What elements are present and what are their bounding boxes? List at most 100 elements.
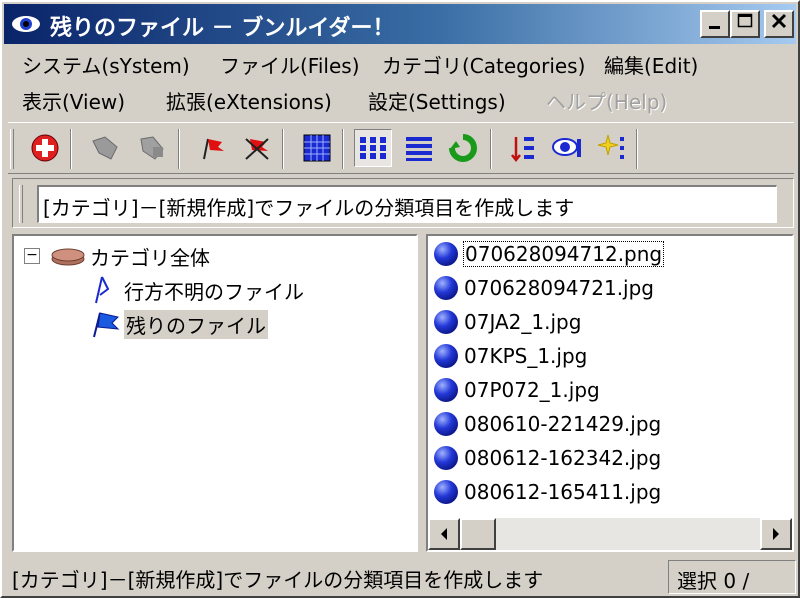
file-list[interactable]: 070628094712.png 070628094721.jpg 07JA2_… (426, 234, 794, 552)
arrow-right-icon (773, 528, 779, 540)
blue-flag-icon (93, 312, 120, 338)
file-name: 080610-221429.jpg (464, 412, 662, 436)
close-icon (771, 13, 787, 29)
red-cross-icon (31, 134, 59, 162)
file-name: 080612-162342.jpg (464, 446, 662, 470)
tree-item-label: 行方不明のファイル (124, 279, 304, 304)
grid-icon (303, 134, 331, 162)
tree-root-label: カテゴリ全体 (90, 245, 210, 270)
collapse-toggle[interactable]: − (24, 248, 40, 264)
blue-ball-icon (434, 344, 458, 368)
scroll-left-button[interactable] (428, 518, 460, 550)
maximize-icon (737, 13, 753, 28)
tree-root[interactable]: カテゴリ全体 (50, 240, 210, 272)
file-name: 07KPS_1.jpg (464, 344, 588, 368)
hint-bar: [カテゴリ]－[新規作成]でファイルの分類項目を作成します (12, 178, 794, 228)
menu-system[interactable]: システム(sYstem) (22, 50, 190, 79)
list-item[interactable]: 080612-165411.jpg (434, 476, 661, 508)
file-name: 080612-165411.jpg (464, 480, 662, 504)
list-item[interactable]: 07KPS_1.jpg (434, 340, 587, 372)
list-item[interactable]: 07P072_1.jpg (434, 374, 600, 406)
toolbar-separator (342, 129, 344, 169)
unflag-button[interactable] (238, 129, 276, 167)
list-item[interactable]: 07JA2_1.jpg (434, 306, 581, 338)
refresh-icon (449, 134, 477, 162)
toolbar-separator (282, 129, 284, 169)
menu-files[interactable]: ファイル(Files) (220, 50, 360, 79)
maximize-button[interactable] (730, 10, 760, 38)
horizontal-scrollbar[interactable] (428, 518, 792, 550)
new-category-button[interactable] (26, 129, 64, 167)
sort-button[interactable] (504, 129, 542, 167)
list-item[interactable]: 070628094721.jpg (434, 272, 654, 304)
sort-icon (511, 137, 534, 163)
menu-row-2: 表示(View) 拡張(eXtensions) 設定(Settings) ヘルプ… (4, 82, 796, 118)
details-view-button[interactable] (400, 129, 438, 167)
list-item[interactable]: 070628094712.png (434, 238, 665, 270)
file-name: 07JA2_1.jpg (464, 310, 582, 334)
disabled-tool-button-2[interactable] (132, 129, 170, 167)
close-button[interactable] (764, 10, 794, 38)
disabled-tool-button-1[interactable] (86, 129, 124, 167)
gray-tool-icon (140, 136, 164, 160)
details-view-icon (406, 137, 432, 161)
tree-item-remaining[interactable]: 残りのファイル (90, 308, 268, 340)
hint-bar-grip[interactable] (19, 185, 23, 223)
gray-tool-icon (92, 136, 118, 160)
blue-ball-icon (434, 480, 458, 504)
list-view-button[interactable] (354, 129, 392, 167)
eye-icon (552, 138, 581, 157)
file-name: 070628094712.png (462, 241, 665, 267)
menu-extensions[interactable]: 拡張(eXtensions) (166, 86, 332, 115)
stack-icon (51, 248, 85, 266)
highlight-button[interactable] (592, 129, 630, 167)
category-tree[interactable]: − カテゴリ全体 行方不明のファイル 残りのファイル (12, 234, 418, 552)
toolbar-grip[interactable] (10, 129, 14, 169)
status-text: [カテゴリ]－[新規作成]でファイルの分類項目を作成します (12, 568, 544, 592)
toolbar (8, 122, 794, 174)
menu-categories[interactable]: カテゴリ(Categories) (382, 50, 585, 79)
preview-button[interactable] (548, 129, 586, 167)
status-bar: [カテゴリ]－[新規作成]でファイルの分類項目を作成します 選択 0 / (4, 558, 796, 596)
minimize-icon (709, 26, 720, 29)
blue-ball-icon (434, 310, 458, 334)
file-name: 07P072_1.jpg (464, 378, 600, 402)
menu-bar: システム(sYstem) ファイル(Files) カテゴリ(Categories… (4, 44, 796, 120)
scroll-right-button[interactable] (760, 518, 792, 550)
menu-settings[interactable]: 設定(Settings) (368, 86, 506, 115)
red-flag-icon (203, 138, 224, 160)
eye-app-icon (12, 16, 40, 32)
blue-ball-icon (434, 412, 458, 436)
file-name: 070628094721.jpg (464, 276, 654, 300)
minimize-button[interactable] (700, 10, 730, 38)
menu-edit[interactable]: 編集(Edit) (604, 50, 698, 79)
menu-view[interactable]: 表示(View) (22, 86, 125, 115)
blue-ball-icon (434, 276, 458, 300)
hint-text-field: [カテゴリ]－[新規作成]でファイルの分類項目を作成します (37, 185, 777, 223)
menu-help: ヘルプ(Help) (546, 90, 668, 114)
blue-ball-icon (434, 242, 458, 266)
large-icons-button[interactable] (298, 129, 336, 167)
toolbar-separator (636, 129, 638, 169)
list-item[interactable]: 080610-221429.jpg (434, 408, 661, 440)
sparkle-icon (597, 134, 624, 159)
menu-row-1: システム(sYstem) ファイル(Files) カテゴリ(Categories… (4, 46, 796, 82)
blue-flag-outline-icon (95, 276, 110, 304)
refresh-button[interactable] (444, 129, 482, 167)
list-view-icon (360, 137, 386, 159)
tree-item-label: 残りのファイル (124, 309, 268, 339)
toolbar-separator (178, 129, 180, 169)
tree-item-missing[interactable]: 行方不明のファイル (90, 274, 304, 306)
app-window: 残りのファイル － ブンルイダー！ システム(sYstem) ファイル(File… (0, 0, 800, 598)
red-flag-cross-icon (245, 138, 269, 160)
title-bar[interactable]: 残りのファイル － ブンルイダー！ (4, 4, 796, 44)
flag-button[interactable] (194, 129, 232, 167)
selection-count: 選択 0 / (668, 560, 796, 594)
blue-ball-icon (434, 378, 458, 402)
toolbar-separator (490, 129, 492, 169)
toolbar-separator (70, 129, 72, 169)
window-title: 残りのファイル － ブンルイダー！ (50, 16, 395, 41)
list-item[interactable]: 080612-162342.jpg (434, 442, 661, 474)
blue-ball-icon (434, 446, 458, 470)
scroll-thumb[interactable] (460, 518, 496, 550)
